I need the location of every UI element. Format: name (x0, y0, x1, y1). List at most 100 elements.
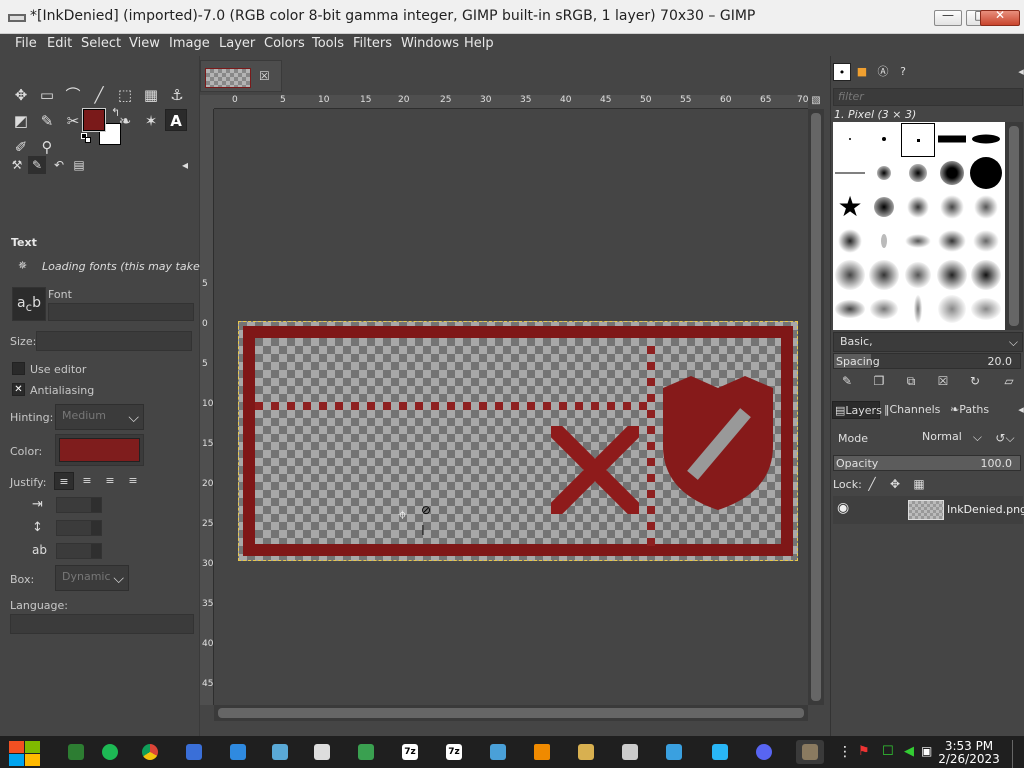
layers-configure-icon[interactable]: ◂ (1012, 401, 1024, 419)
brush-item[interactable] (867, 190, 901, 224)
ruler-left[interactable]: 5 0 5 10 15 20 25 30 35 40 45 (200, 109, 214, 705)
brush-item[interactable] (867, 292, 901, 326)
brush-item[interactable] (901, 190, 935, 224)
brush-item[interactable] (969, 122, 1003, 156)
close-button[interactable]: ✕ (980, 8, 1020, 26)
menu-file[interactable]: File (15, 36, 37, 51)
mode-dropdown[interactable]: Normal ⌵ (916, 427, 986, 449)
tab-paths[interactable]: ❧Paths (950, 401, 998, 419)
eye-icon[interactable]: ◉ (837, 500, 849, 516)
system-clock[interactable]: 3:53 PM 2/26/2023 (936, 740, 1002, 766)
brush-item[interactable] (969, 258, 1003, 292)
help-tab-icon[interactable]: ? (894, 63, 912, 81)
taskbar-app-button[interactable] (224, 740, 252, 764)
fonts-tab-icon[interactable]: Ⓐ (874, 63, 892, 81)
menu-view[interactable]: View (129, 36, 160, 51)
menu-tools[interactable]: Tools (312, 36, 344, 51)
taskbar-app-button[interactable] (484, 740, 512, 764)
brush-item[interactable] (833, 258, 867, 292)
brush-preset-dropdown[interactable]: Basic, ⌵ (833, 332, 1023, 352)
lock-pixels-icon[interactable]: ╱ (862, 474, 882, 494)
foreground-color-swatch[interactable] (82, 108, 106, 132)
brush-item[interactable] (935, 224, 969, 258)
brush-item[interactable] (969, 190, 1003, 224)
justify-right-icon[interactable]: ≡ (77, 472, 97, 490)
patterns-tab-icon[interactable]: ■ (853, 63, 871, 81)
dock-configure-icon[interactable]: ◂ (1012, 63, 1024, 81)
brush-item[interactable] (901, 258, 935, 292)
zoom-tool-icon[interactable]: ⚲ (36, 136, 58, 158)
menu-windows[interactable]: Windows (401, 36, 459, 51)
brush-item[interactable] (867, 258, 901, 292)
menu-filters[interactable]: Filters (353, 36, 392, 51)
box-dropdown[interactable]: Dynamic ⌵ (55, 565, 129, 591)
taskbar-cmd-button[interactable] (62, 740, 90, 764)
configure-tab-icon[interactable]: ◂ (176, 156, 194, 174)
brush-item[interactable] (969, 224, 1003, 258)
taskbar-app-button[interactable] (266, 740, 294, 764)
show-desktop-button[interactable] (1012, 740, 1024, 768)
duplicate-brush-icon[interactable]: ⧉ (901, 371, 921, 391)
ruler-top[interactable]: 0 5 10 15 20 25 30 35 40 45 50 55 60 65 … (214, 95, 808, 109)
taskbar-chrome-button[interactable] (136, 740, 164, 764)
taskbar-app-button[interactable] (352, 740, 380, 764)
edit-brush-icon[interactable]: ✎ (837, 371, 857, 391)
antialiasing-checkbox[interactable]: ✕ (12, 383, 25, 396)
network-icon[interactable]: ☐ (882, 744, 894, 759)
brush-item[interactable] (901, 292, 935, 326)
taskbar-spotify-button[interactable] (96, 740, 124, 764)
justify-center-icon[interactable]: ≡ (100, 472, 120, 490)
new-brush-icon[interactable]: ❐ (869, 371, 889, 391)
warp-tool-icon[interactable]: ⚓ (166, 84, 188, 106)
color-picker-tool-icon[interactable]: ✐ (10, 136, 32, 158)
title-bar[interactable]: *[InkDenied] (imported)-7.0 (RGB color 8… (0, 0, 1024, 34)
free-select-tool-icon[interactable]: ⌒ (62, 84, 84, 106)
taskbar-app-button[interactable] (660, 740, 688, 764)
taskbar-app-button[interactable] (616, 740, 644, 764)
tab-layers[interactable]: ▤Layers (832, 401, 882, 419)
fuzzy-select-tool-icon[interactable]: ╱ (88, 84, 110, 106)
menu-colors[interactable]: Colors (264, 36, 305, 51)
taskbar-app-button[interactable] (308, 740, 336, 764)
image-tab[interactable]: ☒ (200, 60, 282, 92)
brush-item[interactable] (935, 292, 969, 326)
font-preview-icon[interactable]: acb (12, 287, 46, 321)
size-input[interactable] (36, 331, 192, 351)
layer-row[interactable]: ◉ InkDenied.png (833, 496, 1024, 524)
selected-brush-pixel[interactable] (901, 123, 935, 157)
tray-icon[interactable]: ▣ (921, 744, 932, 758)
images-tab-icon[interactable]: ▤ (70, 156, 88, 174)
brush-item[interactable] (901, 156, 935, 190)
device-status-tab-icon[interactable]: ✎ (28, 156, 46, 174)
menu-select[interactable]: Select (81, 36, 121, 51)
taskbar-app-button[interactable] (180, 740, 208, 764)
text-tool-icon[interactable]: A (165, 109, 187, 131)
brush-star-icon[interactable]: ★ (833, 190, 867, 224)
minimize-button[interactable]: — (934, 8, 962, 26)
brush-item[interactable] (867, 122, 901, 156)
flag-icon[interactable]: ⚑ (858, 744, 870, 759)
tool-options-tab-icon[interactable]: ⚒ (8, 156, 26, 174)
use-editor-checkbox[interactable] (12, 362, 25, 375)
letter-spacing-spinner[interactable] (56, 543, 102, 559)
swap-colors-icon[interactable]: ↰ (111, 106, 120, 119)
language-input[interactable] (10, 614, 194, 634)
tab-channels[interactable]: ‖Channels (884, 401, 946, 419)
brush-item[interactable] (901, 224, 935, 258)
quick-mask-icon[interactable]: ▧ (808, 95, 824, 109)
bucket-fill-tool-icon[interactable]: ◩ (10, 110, 32, 132)
image-layer-preview[interactable] (238, 321, 798, 561)
reset-colors-icon[interactable] (81, 133, 91, 143)
menu-image[interactable]: Image (169, 36, 210, 51)
brush-scrollbar[interactable] (1005, 122, 1023, 330)
brush-item[interactable] (969, 156, 1003, 190)
taskbar-discord-button[interactable] (750, 740, 778, 764)
taskbar-7zip-button[interactable]: 7z (396, 740, 424, 764)
taskbar-gimp-button[interactable] (796, 740, 824, 764)
vertical-scrollbar[interactable] (808, 109, 824, 705)
justify-left-icon[interactable]: ≡ (54, 472, 74, 490)
taskbar-app-button[interactable] (572, 740, 600, 764)
lock-position-icon[interactable]: ✥ (885, 474, 905, 494)
brush-item[interactable] (935, 122, 969, 156)
menu-edit[interactable]: Edit (47, 36, 72, 51)
